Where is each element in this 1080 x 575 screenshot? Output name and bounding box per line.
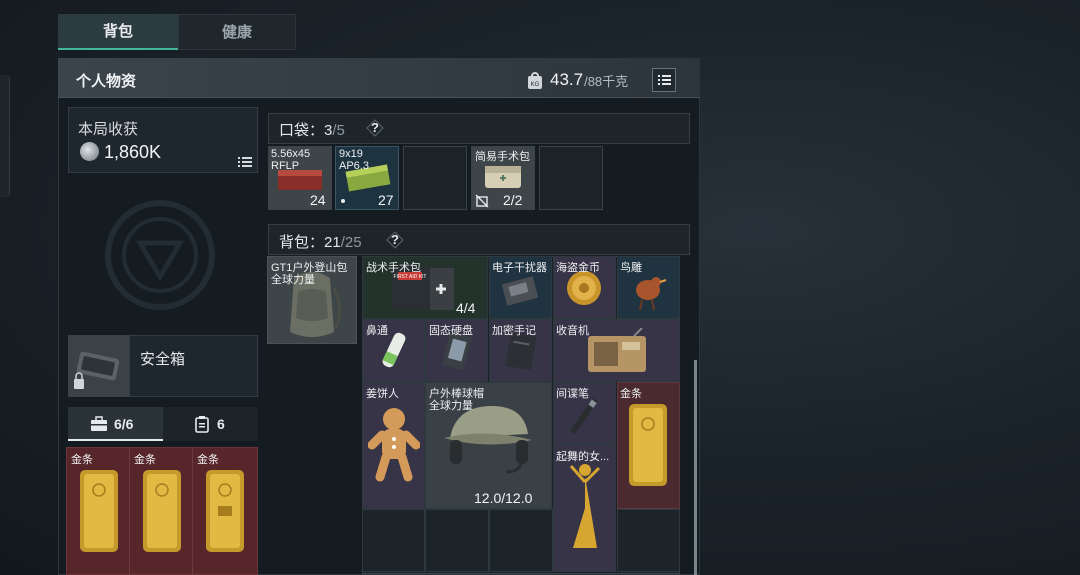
side-drawer-handle[interactable] — [0, 75, 10, 197]
gingerbread-icon — [368, 408, 420, 482]
item-subname: 全球力量 — [429, 400, 473, 412]
safebox-label: 安全箱 — [140, 351, 186, 368]
status-dot — [341, 199, 345, 203]
gold-label: 金条 — [197, 454, 219, 466]
weight-indicator: KG 43.7/88千克 — [526, 68, 628, 92]
weight-current: 43.7 — [550, 70, 584, 89]
radio-icon — [588, 328, 646, 372]
item-name: 5.56x45 — [271, 148, 311, 160]
pocket-slot-empty[interactable] — [539, 146, 603, 210]
item-name: 金条 — [620, 388, 642, 400]
harvest-title: 本局收获 — [78, 121, 139, 138]
gold-bar-icon — [143, 470, 181, 552]
harvest-value: 1,860K — [104, 142, 162, 162]
item-count: 24 — [310, 192, 326, 208]
surgery-kit-icon — [485, 166, 521, 188]
svg-text:KG: KG — [531, 82, 540, 88]
keycard-icon — [195, 416, 209, 433]
harvest-list-icon[interactable] — [238, 155, 252, 167]
gold-bar-icon — [206, 470, 244, 552]
item-name: 9x19 — [339, 148, 363, 160]
item-subname: 全球力量 — [271, 274, 315, 286]
backpack-empty-slot[interactable] — [425, 509, 489, 572]
tab-health[interactable]: 健康 — [178, 14, 296, 50]
item-subname: AP6.3 — [339, 160, 369, 172]
item-name: 电子干扰器 — [492, 262, 547, 274]
list-icon — [658, 75, 671, 85]
item-count: 2/2 — [503, 192, 523, 208]
jammer-icon — [501, 276, 539, 306]
tab-backpack[interactable]: 背包 — [58, 14, 178, 50]
durability-value: 12.0/12.0 — [474, 490, 533, 506]
item-count: 27 — [378, 192, 394, 208]
pocket-slot-empty[interactable] — [403, 146, 467, 210]
item-name: 简易手术包 — [475, 151, 530, 163]
backpack-empty-slot[interactable] — [362, 509, 425, 572]
tab-keycards[interactable] — [163, 407, 258, 441]
pocket-help-icon[interactable]: ? — [366, 119, 384, 137]
session-harvest-card — [68, 107, 258, 173]
safebox-items-count: 6/6 — [114, 416, 134, 432]
backpack-empty-slot[interactable] — [617, 509, 680, 572]
item-count: 4/4 — [456, 300, 476, 316]
backpack-help-icon[interactable]: ? — [386, 231, 404, 249]
item-name: 起舞的女... — [556, 451, 610, 463]
gold-bar-icon — [629, 404, 667, 486]
item-name: 鸟雕 — [620, 262, 642, 274]
item-name: 加密手记 — [492, 325, 536, 337]
item-subname: RFLP — [271, 160, 300, 172]
gold-label: 金条 — [71, 454, 93, 466]
weight-max: /88千克 — [584, 73, 629, 89]
item-name: 海盗金币 — [556, 262, 600, 274]
item-name: 固态硬盘 — [429, 325, 473, 337]
gold-label: 金条 — [134, 454, 156, 466]
item-name: 鼻通 — [366, 325, 388, 337]
gold-bar-icon — [80, 470, 118, 552]
keycards-count: 6 — [217, 416, 225, 432]
inventory-scrollbar[interactable] — [694, 360, 697, 575]
dancer-statue-icon — [569, 464, 601, 548]
no-insure-icon — [475, 194, 489, 208]
item-name: 收音机 — [556, 325, 589, 337]
weight-icon: KG — [528, 72, 542, 89]
item-name: 战术手术包 — [366, 262, 421, 274]
pocket-label: 口袋：3/5 — [279, 122, 345, 139]
backpack-label: 背包：21/25 — [279, 234, 362, 251]
coin-icon — [80, 142, 99, 161]
safebox-image — [68, 335, 130, 397]
item-name: 间谍笔 — [556, 388, 589, 400]
backpack-empty-slot[interactable] — [489, 509, 553, 572]
toolbox-icon — [91, 416, 107, 431]
faction-emblem-watermark — [105, 200, 215, 310]
sort-menu-button[interactable] — [652, 68, 676, 92]
panel-title: 个人物资 — [76, 73, 137, 90]
item-name: 姜饼人 — [366, 388, 399, 400]
